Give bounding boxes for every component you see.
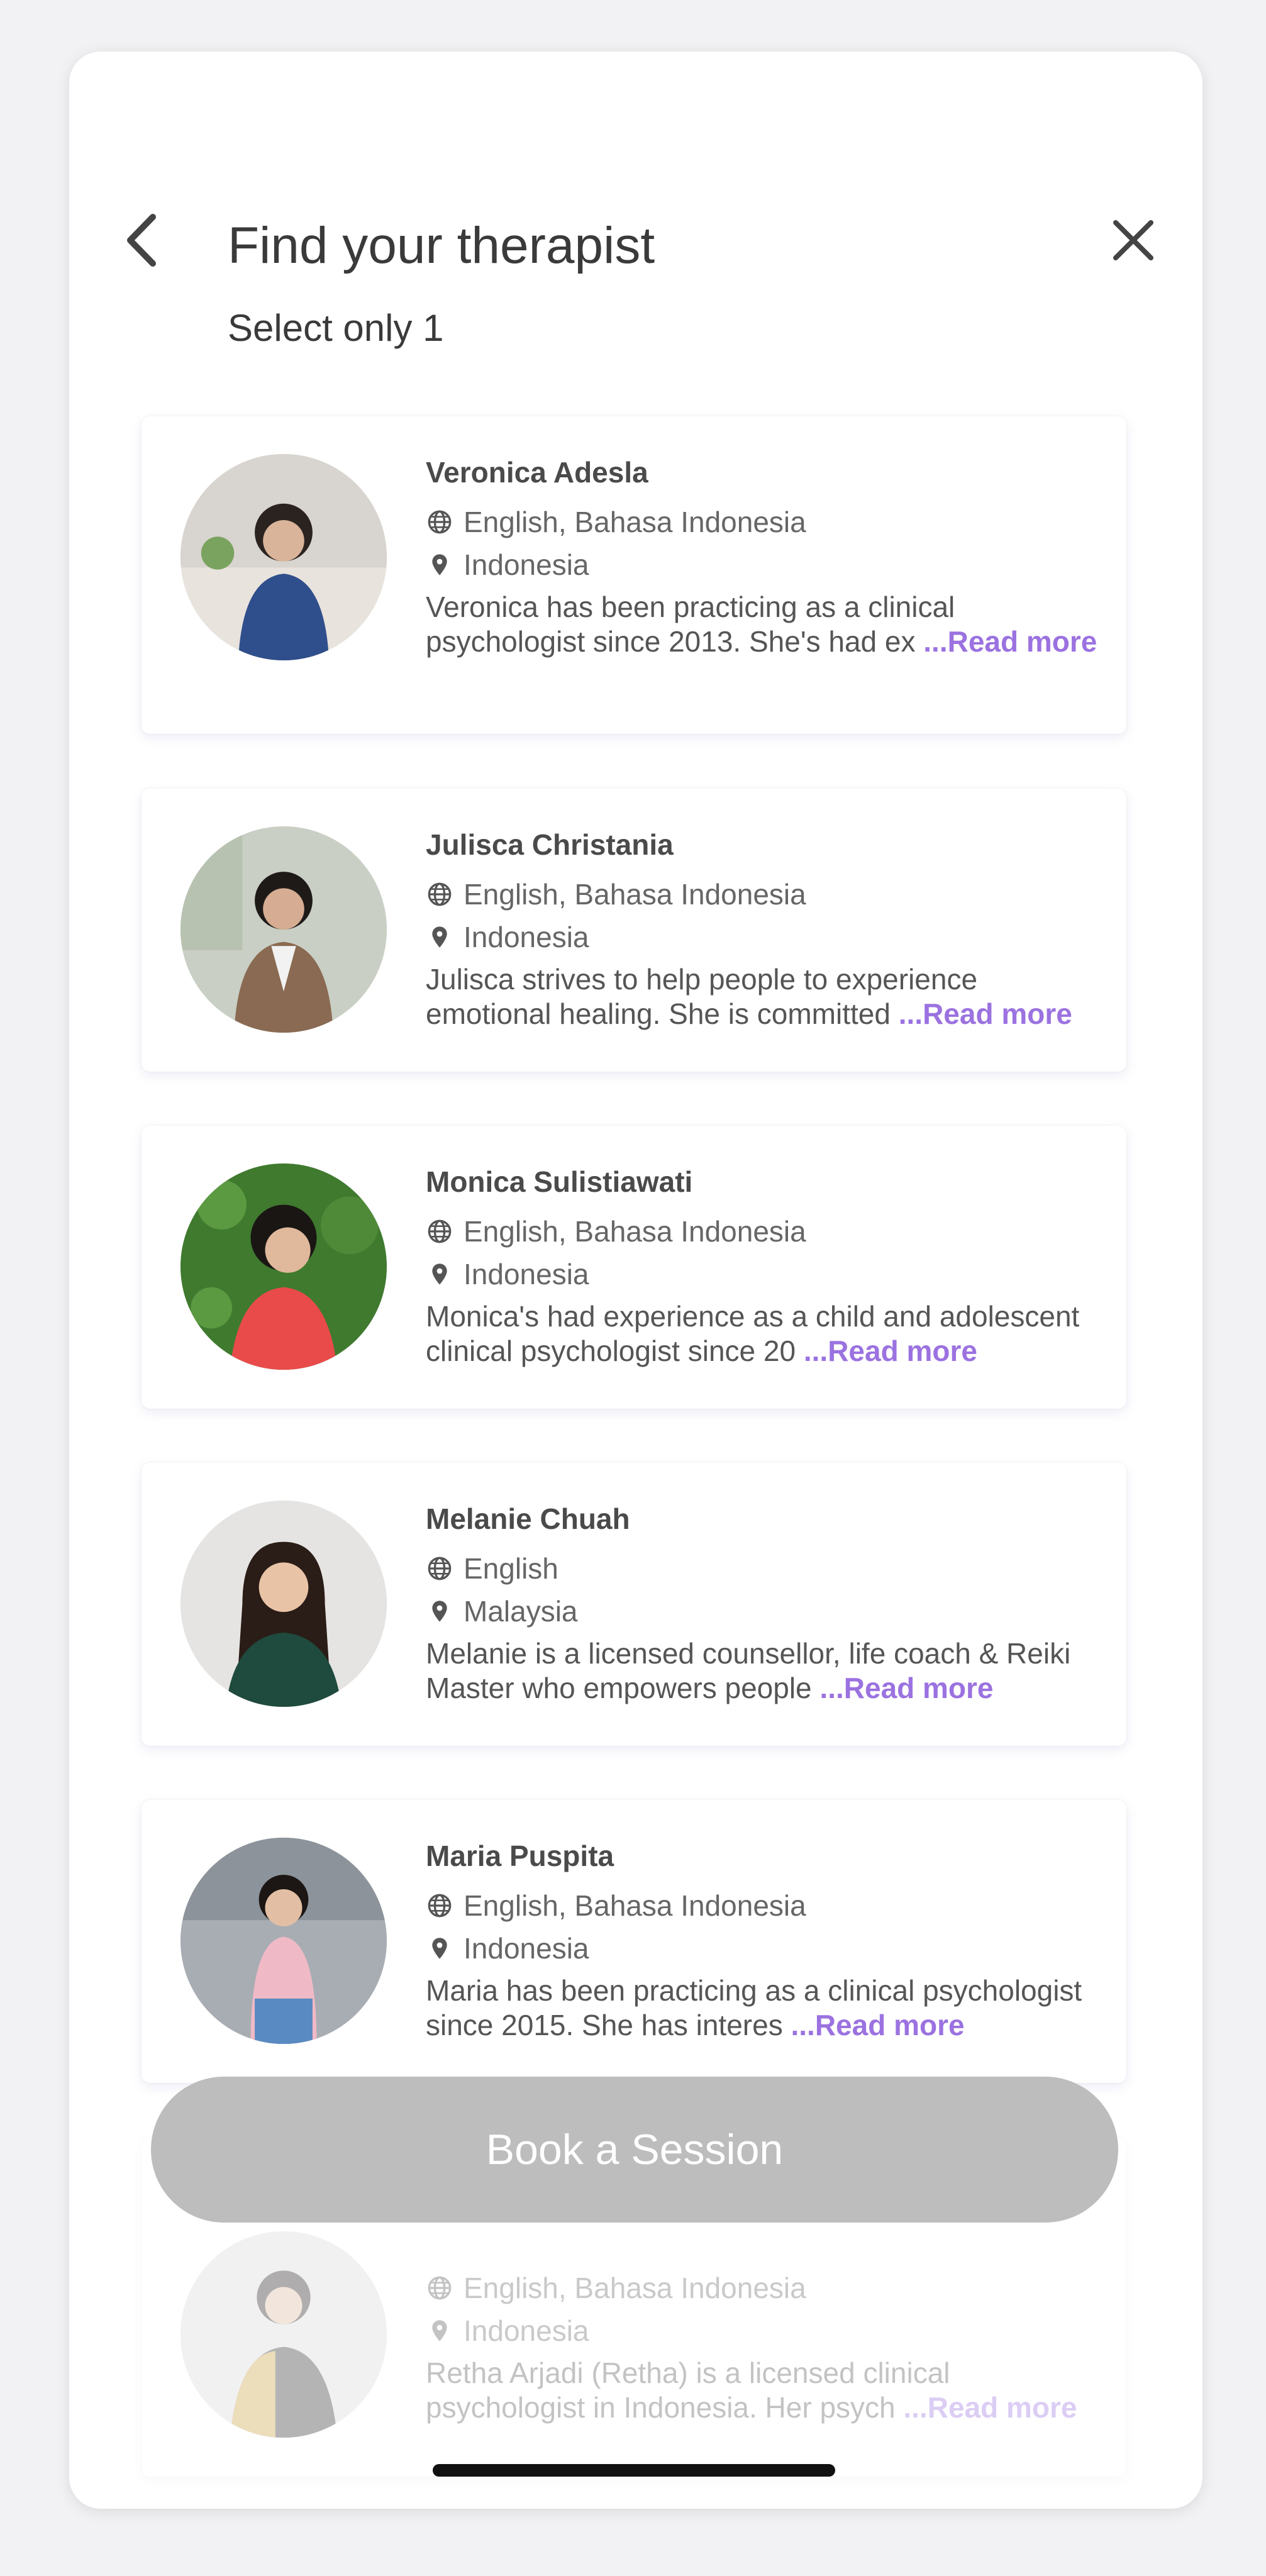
therapist-name: Veronica Adesla	[426, 456, 648, 489]
map-pin-icon	[426, 923, 453, 951]
avatar	[180, 1838, 387, 2044]
therapist-name: Monica Sulistiawati	[426, 1165, 693, 1198]
therapist-description: Melanie is a licensed counsellor, life c…	[426, 1637, 1071, 1704]
therapist-location: Indonesia	[464, 548, 589, 581]
therapist-name: Julisca Christania	[426, 828, 674, 861]
therapist-description: Julisca strives to help people to experi…	[426, 963, 1072, 1030]
therapist-card[interactable]: Melanie Chuah English Malaysia Melanie i…	[142, 1463, 1126, 1746]
globe-icon	[426, 508, 453, 536]
read-more-link[interactable]: ...Read more	[903, 2391, 1077, 2424]
therapist-description: Veronica has been practicing as a clinic…	[426, 591, 1097, 658]
therapist-location: Indonesia	[464, 2314, 589, 2347]
therapist-languages: English, Bahasa Indonesia	[464, 2272, 806, 2304]
read-more-link[interactable]: ...Read more	[923, 625, 1097, 658]
read-more-link[interactable]: ...Read more	[804, 1335, 977, 1367]
read-more-link[interactable]: ...Read more	[899, 997, 1072, 1030]
therapist-description: Retha Arjadi (Retha) is a licensed clini…	[426, 2357, 1077, 2424]
therapist-location: Indonesia	[464, 1258, 589, 1291]
therapist-languages: English, Bahasa Indonesia	[464, 1889, 806, 1922]
therapist-languages: English, Bahasa Indonesia	[464, 878, 806, 911]
therapist-languages: English, Bahasa Indonesia	[464, 506, 806, 538]
therapist-location: Indonesia	[464, 1932, 589, 1965]
globe-icon	[426, 880, 453, 908]
map-pin-icon	[426, 1260, 453, 1288]
map-pin-icon	[426, 551, 453, 579]
therapist-name: Maria Puspita	[426, 1840, 614, 1872]
map-pin-icon	[426, 1935, 453, 1962]
globe-icon	[426, 2274, 453, 2302]
therapist-card[interactable]: Julisca Christania English, Bahasa Indon…	[142, 789, 1126, 1072]
globe-icon	[426, 1218, 453, 1245]
globe-icon	[426, 1892, 453, 1919]
avatar	[180, 1163, 387, 1370]
therapist-card[interactable]: Monica Sulistiawati English, Bahasa Indo…	[142, 1126, 1126, 1409]
therapist-card[interactable]: Maria Puspita English, Bahasa Indonesia …	[142, 1800, 1126, 2083]
therapist-languages: English, Bahasa Indonesia	[464, 1215, 806, 1248]
globe-icon	[426, 1555, 453, 1582]
avatar	[180, 826, 387, 1033]
therapist-description: Maria has been practicing as a clinical …	[426, 1974, 1082, 2041]
read-more-link[interactable]: ...Read more	[819, 1672, 993, 1704]
read-more-link[interactable]: ...Read more	[791, 2009, 964, 2041]
therapist-location: Indonesia	[464, 921, 589, 953]
avatar	[180, 454, 387, 660]
avatar	[180, 2231, 387, 2438]
avatar	[180, 1501, 387, 1707]
therapist-location: Malaysia	[464, 1595, 578, 1628]
therapist-card[interactable]: Veronica Adesla English, Bahasa Indonesi…	[142, 416, 1126, 734]
home-indicator	[433, 2464, 835, 2477]
therapist-languages: English	[464, 1552, 558, 1585]
therapist-description: Monica's had experience as a child and a…	[426, 1300, 1080, 1367]
book-session-button[interactable]: Book a Session	[151, 2077, 1118, 2223]
therapist-name: Melanie Chuah	[426, 1502, 630, 1535]
map-pin-icon	[426, 1597, 453, 1625]
map-pin-icon	[426, 2317, 453, 2345]
app-screen: Find your therapist Select only 1 Veroni…	[69, 52, 1202, 2509]
